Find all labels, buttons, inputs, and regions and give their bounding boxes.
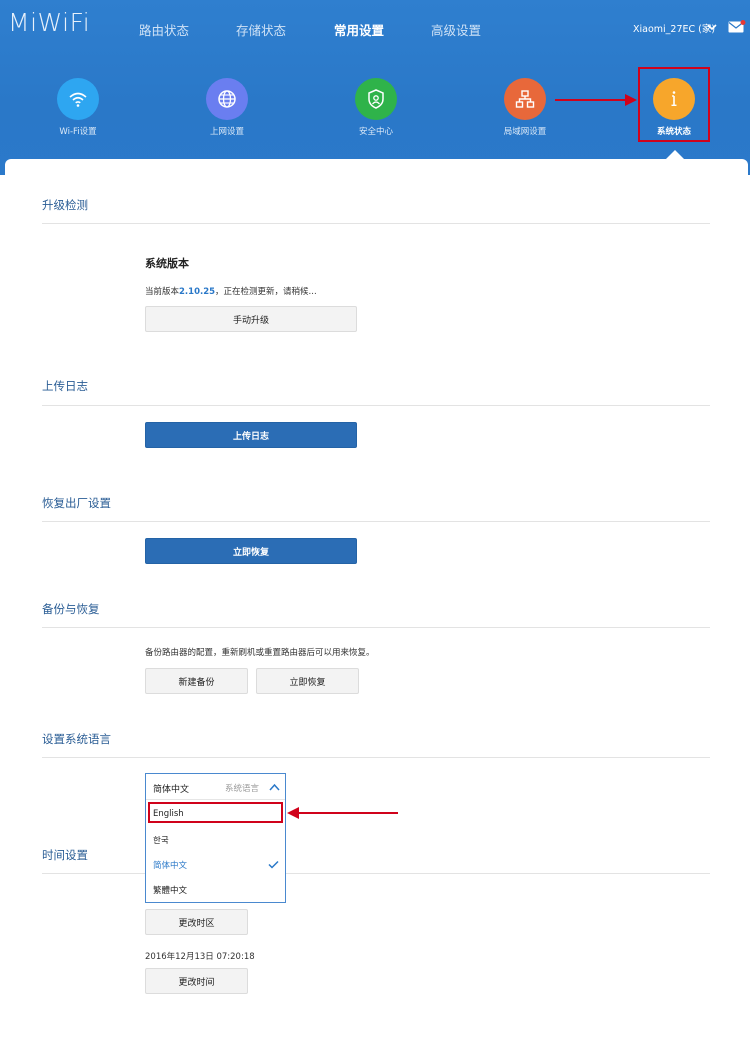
change-timezone-button[interactable]: 更改时区 bbox=[145, 909, 248, 935]
annotation-highlight-box bbox=[638, 67, 710, 142]
backup-description: 备份路由器的配置，重新刷机或重置路由器后可以用来恢复。 bbox=[145, 648, 375, 658]
device-name-menu[interactable]: Xiaomi_27EC (家) bbox=[633, 21, 715, 35]
divider bbox=[42, 521, 710, 522]
annotation-arrow-line-2 bbox=[298, 812, 398, 814]
section-title-factory-reset: 恢复出厂设置 bbox=[42, 496, 111, 510]
annotation-arrow-head-2 bbox=[287, 807, 299, 819]
current-datetime: 2016年12月13日 07:20:18 bbox=[145, 952, 255, 962]
section-title-language: 设置系统语言 bbox=[42, 732, 111, 746]
divider bbox=[42, 757, 710, 758]
change-time-button[interactable]: 更改时间 bbox=[145, 968, 248, 994]
annotation-arrow-head bbox=[625, 94, 637, 106]
language-option-simplified-chinese[interactable]: 简体中文 bbox=[153, 859, 187, 871]
tile-wifi-settings[interactable]: Wi-Fi设置 bbox=[38, 78, 118, 137]
new-backup-button[interactable]: 新建备份 bbox=[145, 668, 248, 694]
annotation-option-highlight bbox=[148, 802, 283, 823]
nav-storage-status[interactable]: 存储状态 bbox=[236, 20, 286, 39]
factory-reset-button[interactable]: 立即恢复 bbox=[145, 538, 357, 564]
checkmark-icon bbox=[268, 860, 279, 869]
nav-advanced-settings[interactable]: 高级设置 bbox=[431, 20, 481, 39]
divider bbox=[42, 627, 710, 628]
language-option-korean[interactable]: 한국 bbox=[153, 834, 169, 846]
manual-upgrade-button[interactable]: 手动升级 bbox=[145, 306, 357, 332]
system-version-label: 系统版本 bbox=[145, 257, 189, 270]
tile-label: 局域网设置 bbox=[503, 127, 547, 137]
language-dropdown[interactable]: 简体中文 系统语言 English 한국 简体中文 繁體中文 bbox=[145, 773, 286, 903]
annotation-arrow-line bbox=[555, 99, 627, 101]
upgrade-status-text: 当前版本2.10.25，正在检测更新，请稍候... bbox=[145, 287, 317, 297]
version-number: 2.10.25 bbox=[179, 287, 216, 297]
language-option-traditional-chinese[interactable]: 繁體中文 bbox=[153, 884, 187, 896]
section-title-time: 时间设置 bbox=[42, 848, 88, 862]
wifi-icon bbox=[57, 78, 99, 120]
lan-icon bbox=[504, 78, 546, 120]
section-title-upgrade: 升级检测 bbox=[42, 198, 88, 212]
globe-icon bbox=[206, 78, 248, 120]
section-title-backup: 备份与恢复 bbox=[42, 602, 100, 616]
divider bbox=[42, 223, 710, 224]
divider bbox=[42, 873, 710, 874]
section-title-log: 上传日志 bbox=[42, 379, 88, 393]
active-tile-pointer bbox=[666, 150, 684, 159]
language-selected-value: 简体中文 bbox=[153, 785, 190, 795]
tile-label: 安全中心 bbox=[358, 127, 393, 137]
language-dropdown-header[interactable]: 简体中文 系统语言 bbox=[146, 774, 285, 800]
chevron-up-icon[interactable] bbox=[269, 783, 280, 792]
divider bbox=[42, 405, 710, 406]
tile-internet-settings[interactable]: 上网设置 bbox=[187, 78, 267, 137]
miwifi-logo[interactable]: MiWiFi bbox=[8, 8, 90, 37]
shield-icon bbox=[355, 78, 397, 120]
tile-lan-settings[interactable]: 局域网设置 bbox=[485, 78, 565, 137]
content-panel bbox=[5, 159, 748, 1042]
nav-router-status[interactable]: 路由状态 bbox=[139, 20, 189, 39]
message-icon[interactable] bbox=[728, 20, 746, 34]
upload-log-button[interactable]: 上传日志 bbox=[145, 422, 357, 448]
restore-backup-button[interactable]: 立即恢复 bbox=[256, 668, 359, 694]
language-dropdown-hint: 系统语言 bbox=[225, 784, 260, 794]
nav-common-settings[interactable]: 常用设置 bbox=[334, 20, 384, 39]
chevron-down-icon[interactable] bbox=[707, 22, 717, 32]
tile-label: Wi-Fi设置 bbox=[59, 127, 97, 137]
tile-label: 上网设置 bbox=[209, 127, 244, 137]
tile-security-center[interactable]: 安全中心 bbox=[336, 78, 416, 137]
